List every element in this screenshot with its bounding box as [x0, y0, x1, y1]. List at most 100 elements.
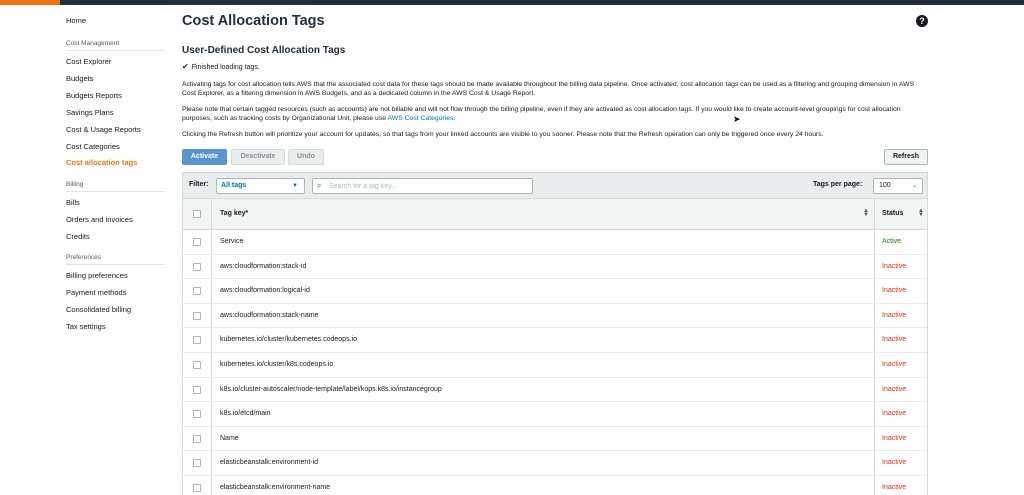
- filter-selected-value: All tags: [221, 182, 247, 189]
- chevron-down-icon: ⌄: [911, 183, 917, 189]
- sidebar-item-orders-invoices[interactable]: Orders and invoices: [66, 215, 133, 224]
- sidebar-item-budgets-reports[interactable]: Budgets Reports: [66, 91, 122, 100]
- sidebar-item-cost-allocation-tags[interactable]: Cost allocation tags: [66, 158, 137, 167]
- sidebar-item-payment-methods[interactable]: Payment methods: [66, 288, 126, 297]
- row-checkbox[interactable]: [193, 484, 201, 492]
- column-divider: [211, 199, 212, 229]
- sidebar-item-consolidated-billing[interactable]: Consolidated billing: [66, 305, 131, 314]
- column-divider: [874, 230, 875, 254]
- activate-button[interactable]: Activate: [182, 149, 227, 165]
- sidebar-item-cost-explorer[interactable]: Cost Explorer: [66, 57, 111, 66]
- status-cell: Inactive: [882, 361, 907, 368]
- table-row[interactable]: k8s.io/etcd/main Inactive: [183, 402, 927, 427]
- search-icon: ⌕: [317, 181, 322, 190]
- column-divider: [211, 377, 212, 402]
- refresh-paragraph: Clicking the Refresh button will priorit…: [182, 131, 824, 138]
- row-checkbox[interactable]: [193, 385, 201, 394]
- deactivate-button[interactable]: Deactivate: [231, 149, 285, 165]
- note-text: Please note that certain tagged resource…: [182, 106, 901, 122]
- undo-button[interactable]: Undo: [288, 149, 324, 165]
- column-divider: [211, 230, 212, 254]
- tag-key-cell: aws:cloudformation:logical-id: [220, 287, 310, 295]
- column-header-status[interactable]: Status: [882, 210, 903, 217]
- column-divider: [211, 303, 212, 328]
- sort-icon[interactable]: ▲ ▼: [918, 208, 924, 218]
- tag-key-cell: Service: [220, 238, 244, 245]
- sidebar-item-cost-categories[interactable]: Cost Categories: [66, 142, 120, 151]
- row-checkbox[interactable]: [193, 262, 201, 271]
- sidebar-divider: [66, 264, 165, 265]
- select-all-checkbox[interactable]: [193, 210, 201, 218]
- sidebar-item-home[interactable]: Home: [66, 16, 86, 25]
- search-box[interactable]: ⌕: [312, 178, 533, 194]
- row-checkbox[interactable]: [193, 410, 201, 419]
- tags-per-page-value: 100: [879, 182, 891, 189]
- column-divider: [211, 402, 212, 426]
- column-divider: [874, 328, 875, 352]
- loading-status-text: Finished loading tags.: [191, 64, 260, 71]
- status-cell: Inactive: [882, 459, 907, 467]
- column-divider: [211, 451, 212, 475]
- refresh-button[interactable]: Refresh: [884, 149, 928, 165]
- tags-per-page-label: Tags per page:: [813, 181, 863, 188]
- help-icon[interactable]: ?: [916, 15, 928, 27]
- search-input[interactable]: [329, 180, 529, 192]
- status-cell: Inactive: [882, 262, 907, 270]
- description-paragraph: Activating tags for cost allocation tell…: [182, 81, 915, 97]
- row-checkbox[interactable]: [193, 311, 201, 320]
- row-checkbox[interactable]: [193, 287, 201, 296]
- section-title: User-Defined Cost Allocation Tags: [182, 45, 346, 56]
- table-row[interactable]: aws:cloudformation:stack-id Inactive: [183, 254, 927, 280]
- column-divider: [211, 426, 212, 451]
- row-checkbox[interactable]: [193, 434, 201, 443]
- row-checkbox[interactable]: [193, 238, 201, 246]
- sidebar-item-cost-usage-reports[interactable]: Cost & Usage Reports: [66, 125, 141, 134]
- tag-key-cell: Name: [220, 434, 239, 442]
- row-checkbox[interactable]: [193, 361, 201, 369]
- table-row[interactable]: kubernetes.io/cluster/k8s.codeops.io Inac…: [183, 353, 927, 378]
- table-row[interactable]: elasticbeanstalk:environment-id Inactive: [183, 451, 927, 476]
- tag-key-cell: elasticbeanstalk:environment-id: [220, 459, 319, 467]
- sidebar-divider: [66, 50, 165, 51]
- aws-cost-categories-link[interactable]: AWS Cost Categories: [388, 115, 454, 122]
- status-cell: Inactive: [882, 311, 907, 319]
- table-row[interactable]: aws:cloudformation:logical-id Inactive: [183, 279, 927, 304]
- table-row[interactable]: Service Active: [183, 230, 927, 255]
- column-divider: [874, 426, 875, 451]
- sidebar-item-credits[interactable]: Credits: [66, 232, 90, 241]
- tags-per-page-dropdown[interactable]: 100 ⌄: [873, 178, 923, 194]
- tag-key-cell: kubernetes.io/cluster/k8s.codeops.io: [220, 361, 334, 368]
- sort-icon[interactable]: ▲ ▼: [863, 208, 869, 218]
- loading-status: ✔ Finished loading tags.: [182, 62, 260, 71]
- table-row[interactable]: elasticbeanstalk:environment-name Inactiv…: [183, 476, 927, 495]
- table-row[interactable]: k8s.io/cluster-autoscaler/node-template/…: [183, 377, 927, 403]
- tag-key-cell: elasticbeanstalk:environment-name: [220, 484, 331, 491]
- status-cell: Inactive: [882, 336, 907, 344]
- status-cell: Active: [882, 238, 902, 245]
- column-divider: [874, 199, 875, 229]
- table-row[interactable]: aws:cloudformation:stack-name Inactive: [183, 303, 927, 329]
- note-end: .: [453, 115, 456, 122]
- column-divider: [211, 279, 212, 303]
- column-divider: [211, 476, 212, 495]
- column-divider: [874, 402, 875, 426]
- column-divider: [874, 303, 875, 328]
- tag-key-cell: aws:cloudformation:stack-name: [220, 311, 319, 319]
- sidebar-item-bills[interactable]: Bills: [66, 198, 80, 207]
- filter-label: Filter:: [189, 181, 209, 188]
- sidebar-item-savings-plans[interactable]: Savings Plans: [66, 108, 114, 117]
- filter-dropdown[interactable]: All tags ▼: [216, 178, 305, 194]
- row-checkbox[interactable]: [193, 336, 201, 345]
- sidebar-item-billing-preferences[interactable]: Billing preferences: [66, 271, 128, 280]
- row-checkbox[interactable]: [193, 459, 201, 468]
- status-cell: Inactive: [882, 410, 907, 418]
- table-row[interactable]: Name Inactive: [183, 426, 927, 452]
- sidebar-item-tax-settings[interactable]: Tax settings: [66, 322, 106, 331]
- column-divider: [874, 476, 875, 495]
- column-header-tag-key[interactable]: Tag key*: [220, 210, 248, 217]
- sidebar-item-budgets[interactable]: Budgets: [66, 74, 94, 83]
- tag-key-cell: kubernetes.io/cluster/kubernetes.codeops…: [220, 336, 357, 344]
- note-paragraph: Please note that certain tagged resource…: [182, 105, 928, 123]
- table-row[interactable]: kubernetes.io/cluster/kubernetes.codeops…: [183, 328, 927, 353]
- column-divider: [874, 377, 875, 402]
